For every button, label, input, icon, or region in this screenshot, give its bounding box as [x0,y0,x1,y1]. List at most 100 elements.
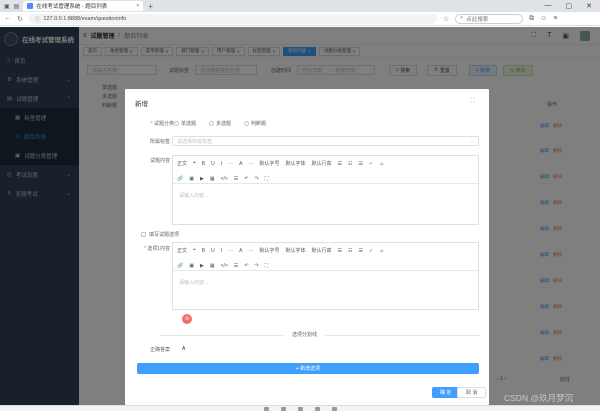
toolbar-button[interactable]: ☺ [379,159,384,168]
close-window-icon[interactable]: ✕ [586,2,592,10]
maximize-icon[interactable]: ▢ [566,2,573,10]
toolbar-button[interactable]: 正文 [177,159,187,168]
checkbox-box [141,232,146,237]
toolbar-button[interactable]: ▦ [210,174,215,183]
tag-label: 所属标签 [149,139,170,145]
browser-search[interactable]: ⌕ 点此搜索 [455,13,524,24]
toolbar-button[interactable]: 默认字体 [285,159,305,168]
toolbar-button[interactable]: </> [221,261,228,270]
toolbar-button[interactable]: 默认字号 [259,159,279,168]
tag-select[interactable]: 请选择所属标签 ⌄ [172,136,479,146]
toolbar-button[interactable]: 默认字号 [259,246,279,255]
toolbar-button[interactable]: ❝ [193,246,196,255]
divider-text: 选项分割线 [284,331,326,338]
toolbar-button[interactable]: 默认字体 [285,246,305,255]
toolbar-button[interactable]: I [221,159,222,168]
toolbar-button[interactable]: B [202,159,205,168]
checkbox-label: 填写试题选项 [149,232,180,238]
toolbar-button[interactable]: ↶ [244,261,248,270]
toolbar-button[interactable]: ↷ [254,174,258,183]
toolbar-button[interactable]: ▶ [200,174,204,183]
favicon-icon [27,3,34,9]
cancel-button[interactable]: 取 消 [457,387,487,398]
toolbar-button[interactable]: ☰ [358,159,362,168]
minimize-icon[interactable]: — [545,2,552,10]
toolbar-button[interactable]: ↶ [244,174,248,183]
watermark: CSDN @玖月梦沉 [504,393,574,403]
close-tab-icon[interactable]: × [136,3,139,9]
toolbar-button[interactable]: ▣ [189,261,194,270]
window-icon[interactable]: ▣ [4,3,10,10]
search-icon[interactable] [280,406,286,411]
toolbar-button[interactable]: ☷ [348,159,352,168]
toolbar-button[interactable]: ☰ [234,261,238,270]
toolbar-button[interactable]: ··· [228,246,233,255]
new-tab-button[interactable]: + [148,2,153,11]
toolbar-button[interactable]: 正文 [177,246,187,255]
toolbar-button[interactable]: ▶ [200,261,204,270]
profile-icon[interactable]: ☺ [540,15,547,23]
tab-list-icon[interactable]: ▤ [14,3,20,10]
toolbar-button[interactable]: ☰ [337,159,341,168]
answer-value[interactable]: A [182,346,185,352]
extensions-icon[interactable]: ⧉ [529,15,534,23]
explorer-icon[interactable] [314,406,320,411]
toolbar-button[interactable]: U [211,159,215,168]
fill-options-checkbox[interactable]: 填写试题选项 [141,231,179,238]
start-icon[interactable] [263,406,269,411]
address-bar: ← ↻ ⓘ 127.0.0.1:8888/exam/questioninfo ☆… [0,12,600,26]
app-icon[interactable] [331,406,337,411]
toolbar-button[interactable]: ··· [228,159,233,168]
radio-circle [209,121,214,126]
toolbar-button[interactable]: ☰ [234,174,238,183]
radio-judge[interactable]: 判断题 [244,120,266,127]
option-editor[interactable]: 正文 ❝ B U I ··· A ··· 默认字号 默认字体 默认行高 ☰ ☷ ☰ ✓ ☺ 🔗 ▣ ▶ ▦ </> ☰ ↶ ↷… [172,242,479,310]
star-icon[interactable]: ☆ [443,15,449,23]
refresh-icon[interactable]: ↻ [17,15,23,23]
menu-icon[interactable]: ≡ [553,15,557,23]
toolbar-button[interactable]: ⛶ [265,174,269,183]
toolbar-button[interactable]: ✓ [369,246,373,255]
option-label: * 选项1内容 [143,246,170,252]
fullscreen-icon[interactable]: ⛶ [471,98,475,105]
toolbar-button[interactable]: ▦ [210,261,215,270]
browser-tab[interactable]: 在线考试管理系统 - 题目列表 × [23,1,144,11]
editor-body[interactable]: 请输入内容... [173,271,478,294]
toolbar-button[interactable]: ❝ [193,159,196,168]
toolbar-button[interactable]: ▣ [189,174,194,183]
editor-toolbar: 正文 ❝ B U I ··· A ··· 默认字号 默认字体 默认行高 ☰ ☷ ☰ ✓ ☺ 🔗 ▣ ▶ ▦ </> ☰ ↶ ↷… [173,243,478,271]
radio-single[interactable]: 单选题 [174,120,196,127]
toolbar-button[interactable]: </> [221,174,228,183]
tab-title: 在线考试管理系统 - 题目列表 [36,4,108,10]
toolbar-button[interactable]: ☰ [337,246,341,255]
back-icon[interactable]: ← [4,15,11,22]
toolbar-button[interactable]: B [202,246,205,255]
browser-icon[interactable] [297,406,303,411]
toolbar-button[interactable]: 默认行高 [311,159,331,168]
toolbar-button[interactable]: ✓ [369,159,373,168]
url-field[interactable]: ⓘ 127.0.0.1:8888/exam/questioninfo [28,13,437,24]
toolbar-button[interactable]: A [239,246,242,255]
toolbar-button[interactable]: ⛶ [265,261,269,270]
toolbar-button[interactable]: ☷ [348,246,352,255]
confirm-button[interactable]: 确 定 [432,387,460,398]
toolbar-button[interactable]: A [239,159,242,168]
toolbar-button[interactable]: ↷ [254,261,258,270]
add-option-button[interactable]: + 新增选项 [137,363,479,374]
toolbar-button[interactable]: 默认行高 [311,246,331,255]
radio-multi[interactable]: 多选题 [209,120,231,127]
toolbar-button[interactable]: 🔗 [177,261,183,270]
content-editor[interactable]: 正文 ❝ B U I ··· A ··· 默认字号 默认字体 默认行高 ☰ ☷ ☰ ✓ ☺ 🔗 ▣ ▶ ▦ </> ☰ ↶ ↷… [172,155,479,225]
radio-label: 判断题 [251,121,267,127]
editor-body[interactable]: 请输入内容... [173,184,478,207]
toolbar-button[interactable]: 🔗 [177,174,183,183]
taskbar [0,405,600,411]
toolbar-button[interactable]: I [221,246,222,255]
toolbar-button[interactable]: ☰ [358,246,362,255]
delete-option-button[interactable]: ⊖ [182,314,192,324]
answer-label: 正确答案 [149,347,170,353]
toolbar-button[interactable]: ··· [248,246,253,255]
toolbar-button[interactable]: ··· [248,159,253,168]
toolbar-button[interactable]: U [211,246,215,255]
toolbar-button[interactable]: ☺ [379,246,384,255]
